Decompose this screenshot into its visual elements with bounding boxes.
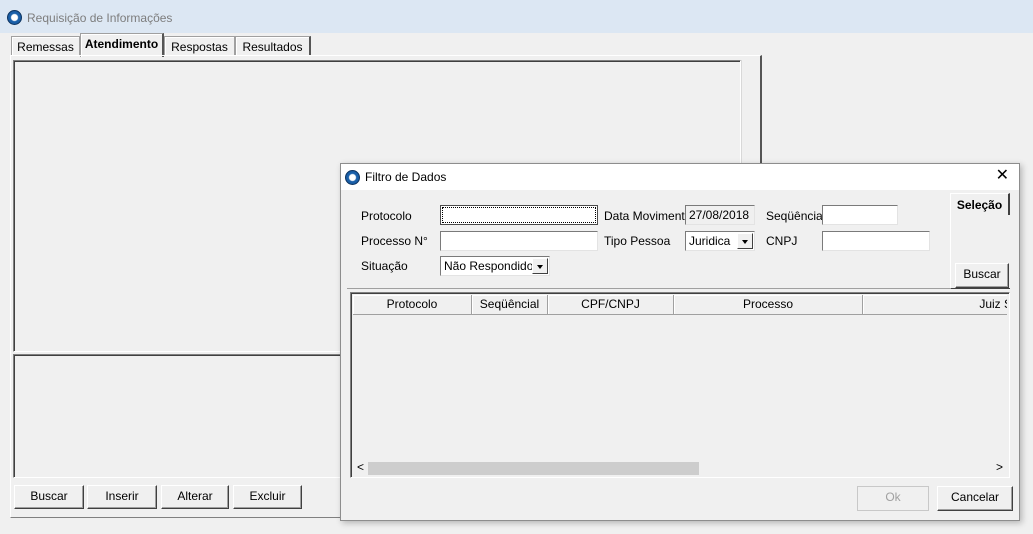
cancel-button[interactable]: Cancelar [937,486,1013,511]
scrollbar-thumb[interactable] [368,462,699,475]
tipo-pessoa-select[interactable]: Juridica [685,231,755,251]
results-grid: Protocolo Seqüêncial CPF/CNPJ Processo J… [350,292,1010,478]
processo-input[interactable] [440,231,598,251]
ok-button[interactable]: Ok [857,486,929,511]
grid-col-protocolo[interactable]: Protocolo [353,295,472,315]
grid-horizontal-scrollbar[interactable]: < > [353,460,1007,476]
grid-col-juiz[interactable]: Juiz S [863,295,1007,315]
inserir-button[interactable]: Inserir [87,485,157,509]
processo-label: Processo N° [361,234,428,248]
sequencial-input[interactable] [822,205,898,225]
tab-remessas[interactable]: Remessas [11,36,80,56]
tipo-pessoa-value: Juridica [689,234,731,248]
tab-selecao[interactable]: Seleção [950,193,1010,215]
grid-header: Protocolo Seqüêncial CPF/CNPJ Processo J… [353,295,1007,315]
excluir-button[interactable]: Excluir [233,485,302,509]
scroll-right-icon[interactable]: > [996,460,1003,474]
sequencial-label: Seqüêncial [766,209,826,223]
alterar-button[interactable]: Alterar [161,485,229,509]
window-title: Requisição de Informações [27,11,173,25]
grid-col-sequencial[interactable]: Seqüêncial [472,295,548,315]
chevron-down-icon[interactable] [532,258,548,274]
close-icon[interactable]: ✕ [996,167,1009,185]
data-movimento-label: Data Movimento [604,209,692,223]
tab-resultados[interactable]: Resultados [235,36,311,56]
scroll-left-icon[interactable]: < [357,460,364,474]
situacao-select[interactable]: Não Respondido [440,256,550,276]
data-movimento-input[interactable]: 27/08/2018 [685,205,755,225]
cnpj-label: CNPJ [766,234,798,248]
situacao-value: Não Respondido [444,259,534,273]
dialog-title: Filtro de Dados [365,170,447,184]
dialog-logo-icon [345,170,360,185]
grid-col-processo[interactable]: Processo [674,295,863,315]
tab-respostas[interactable]: Respostas [164,36,235,56]
protocolo-label: Protocolo [361,209,412,223]
chevron-down-icon[interactable] [737,233,753,249]
filtro-dialog: Filtro de Dados ✕ Protocolo Processo N° … [340,163,1020,521]
app-logo-icon [7,10,22,25]
tab-atendimento[interactable]: Atendimento [80,33,164,57]
cnpj-input[interactable] [822,231,930,251]
main-titlebar: Requisição de Informações [0,0,1033,33]
dialog-buscar-button[interactable]: Buscar [955,263,1009,288]
buscar-button[interactable]: Buscar [14,485,84,509]
tipo-pessoa-label: Tipo Pessoa [604,234,671,248]
situacao-label: Situação [361,259,408,273]
dialog-titlebar: Filtro de Dados ✕ [341,164,1019,190]
protocolo-input[interactable] [440,205,598,225]
grid-col-cpf-cnpj[interactable]: CPF/CNPJ [548,295,674,315]
